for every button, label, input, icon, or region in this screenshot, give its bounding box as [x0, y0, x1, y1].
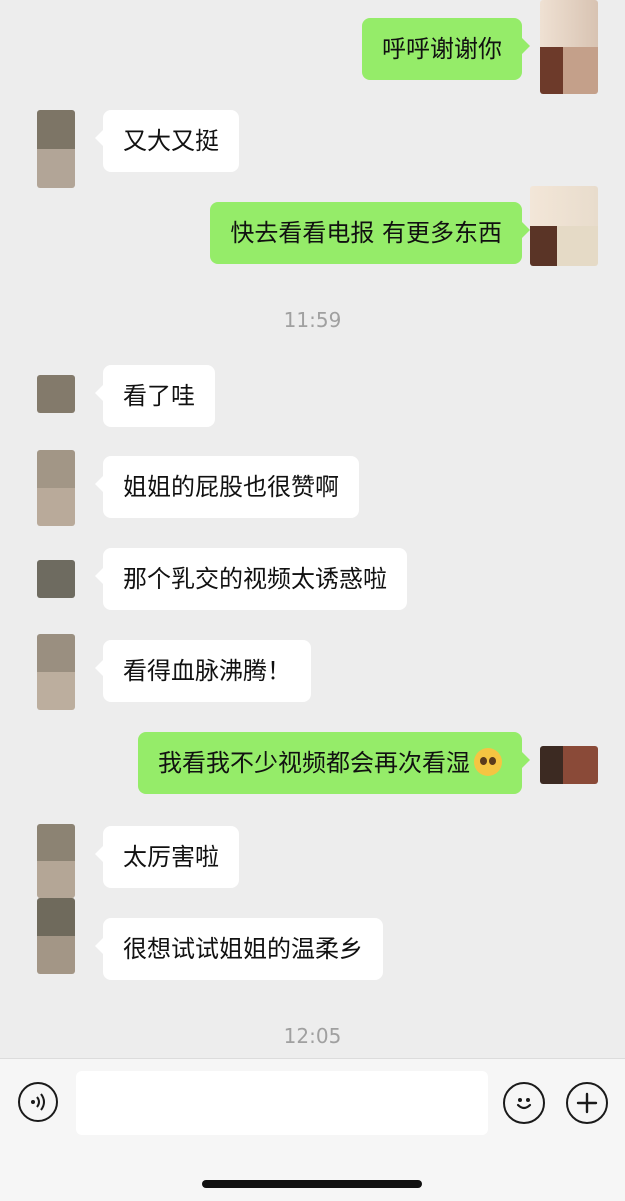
message-bubble-outgoing[interactable]: 快去看看电报 有更多东西 [210, 202, 530, 264]
message-bubble-outgoing[interactable]: 呼呼谢谢你 [362, 18, 530, 80]
message-bubble-incoming[interactable]: 太厉害啦 [95, 826, 239, 888]
message-bubble-incoming[interactable]: 看得血脉沸腾！ [95, 640, 311, 702]
message-bubble-outgoing[interactable]: 我看我不少视频都会再次看湿 [138, 732, 530, 794]
message-text: 快去看看电报 有更多东西 [230, 219, 502, 247]
message-text: 很想试试姐姐的温柔乡 [123, 935, 363, 963]
timestamp: 11:59 [283, 308, 342, 332]
message-text: 看了哇 [123, 382, 195, 410]
message-text: 那个乳交的视频太诱惑啦 [123, 565, 387, 593]
avatar-contact[interactable] [37, 898, 75, 974]
emoji-icon[interactable] [503, 1082, 545, 1124]
message-bubble-incoming[interactable]: 又大又挺 [95, 110, 239, 172]
plus-icon[interactable] [566, 1082, 608, 1124]
message-text: 我看我不少视频都会再次看湿 [158, 749, 470, 777]
pleading-face-emoji [474, 748, 502, 776]
voice-icon[interactable] [18, 1082, 58, 1122]
message-text: 姐姐的屁股也很赞啊 [123, 473, 339, 501]
message-text: 看得血脉沸腾！ [123, 657, 291, 685]
avatar-contact[interactable] [37, 110, 75, 188]
message-text: 又大又挺 [123, 127, 219, 155]
message-bubble-incoming[interactable]: 那个乳交的视频太诱惑啦 [95, 548, 407, 610]
avatar-contact[interactable] [37, 450, 75, 526]
input-bar [0, 1058, 625, 1201]
message-text: 呼呼谢谢你 [382, 35, 502, 63]
avatar-contact[interactable] [37, 824, 75, 898]
avatar-self[interactable] [540, 0, 598, 94]
message-bubble-incoming[interactable]: 很想试试姐姐的温柔乡 [95, 918, 383, 980]
avatar-contact[interactable] [37, 634, 75, 710]
timestamp: 12:05 [283, 1024, 342, 1048]
chat-area[interactable]: 呼呼谢谢你 又大又挺 快去看看电报 有更多东西 11:59 看了哇 姐姐的屁股也… [0, 0, 625, 1058]
message-bubble-incoming[interactable]: 姐姐的屁股也很赞啊 [95, 456, 359, 518]
avatar-contact[interactable] [37, 375, 75, 413]
message-input[interactable] [76, 1071, 488, 1135]
message-text: 太厉害啦 [123, 843, 219, 871]
home-indicator[interactable] [202, 1180, 422, 1188]
message-bubble-incoming[interactable]: 看了哇 [95, 365, 215, 427]
avatar-self[interactable] [530, 186, 598, 266]
avatar-contact[interactable] [37, 560, 75, 598]
avatar-self[interactable] [540, 746, 598, 784]
